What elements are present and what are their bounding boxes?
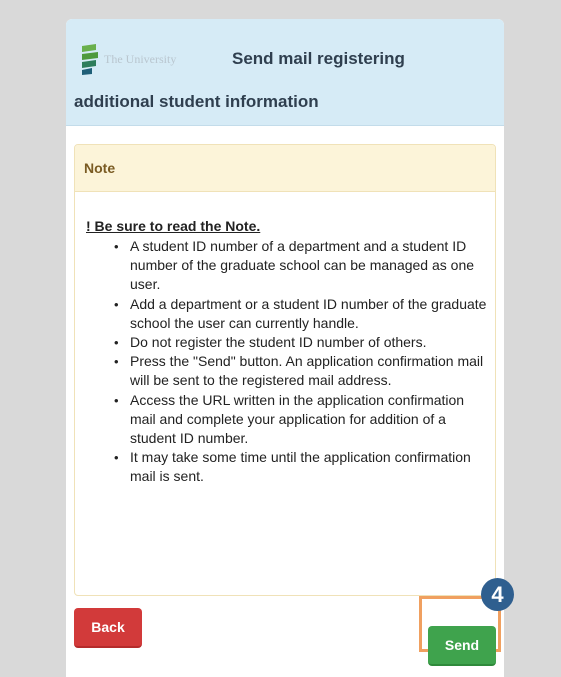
page-header: The University Send mail registering add…: [66, 19, 504, 126]
list-item: • Do not register the student ID number o…: [114, 333, 492, 352]
bullet-icon: •: [114, 335, 119, 351]
note-panel: Note ! Be sure to read the Note. • A stud…: [74, 144, 496, 596]
app-panel: The University Send mail registering add…: [66, 19, 504, 677]
bullet-icon: •: [114, 354, 119, 370]
page-title-line2: additional student information: [74, 92, 319, 111]
note-title: Note: [84, 160, 116, 176]
list-item: • Press the "Send" button. An application…: [114, 353, 484, 389]
note-warning: ! Be sure to read the Note.: [86, 218, 261, 234]
list-item: • Add a department or a student ID number…: [114, 295, 487, 331]
list-item: • Access the URL written in the applicati…: [114, 391, 465, 447]
back-button[interactable]: Back: [74, 608, 142, 648]
university-logo-icon: [82, 44, 98, 75]
note-header: Note: [75, 145, 495, 192]
bullet-icon: •: [114, 450, 119, 466]
university-logo: The University: [80, 39, 222, 79]
step-number-badge: 4: [481, 578, 514, 611]
note-list: • A student ID number of a department and…: [114, 237, 492, 487]
page-title-line1: Send mail registering: [232, 49, 405, 68]
send-button[interactable]: Send: [428, 626, 496, 666]
bullet-icon: •: [114, 239, 119, 254]
bullet-icon: •: [114, 392, 119, 408]
bullet-icon: •: [114, 296, 119, 312]
list-item: • It may take some time until the applica…: [114, 449, 471, 485]
list-item: • A student ID number of a department and…: [114, 238, 475, 293]
logo-text: The University: [104, 51, 177, 66]
